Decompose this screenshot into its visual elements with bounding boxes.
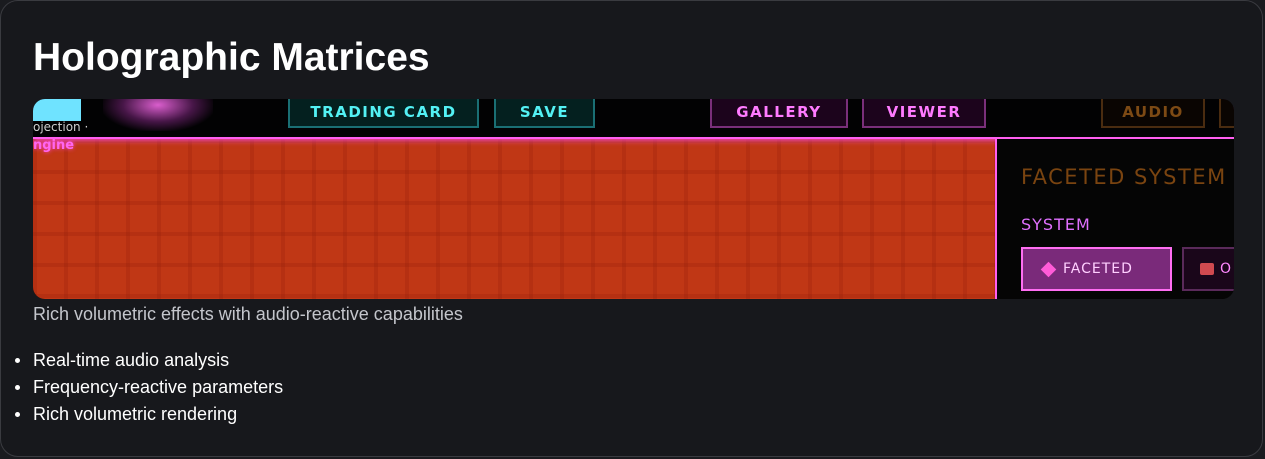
viewer-button[interactable]: VIEWER <box>862 99 986 128</box>
feature-item: Frequency-reactive parameters <box>14 374 283 401</box>
preview-toolbar: ojection · TRADING CARD SAVE GALLERY VIE… <box>33 99 1234 139</box>
visualization-canvas <box>33 139 995 299</box>
system-icon <box>1200 263 1214 275</box>
trading-card-button[interactable]: TRADING CARD <box>288 99 479 128</box>
feature-list: Real-time audio analysis Frequency-react… <box>14 347 283 428</box>
audio-button[interactable]: AUDIO <box>1101 99 1205 128</box>
preview-screenshot[interactable]: ojection · TRADING CARD SAVE GALLERY VIE… <box>33 99 1234 299</box>
panel-title: FACETED SYSTEM <box>1021 165 1227 189</box>
logo-glow-icon <box>103 99 213 131</box>
other-system-button[interactable]: O <box>1182 247 1234 291</box>
project-card: Holographic Matrices ojection · TRADING … <box>0 0 1263 457</box>
diamond-icon <box>1040 261 1057 277</box>
toolbar-extra-button[interactable] <box>1219 99 1234 128</box>
engine-label: ngine <box>33 138 75 153</box>
faceted-button-label: FACETED <box>1063 261 1133 277</box>
logo-icon <box>33 99 81 121</box>
gallery-button[interactable]: GALLERY <box>710 99 848 128</box>
other-button-label: O <box>1220 261 1233 277</box>
logo-subtitle: ojection · <box>33 120 89 134</box>
save-button[interactable]: SAVE <box>494 99 595 128</box>
feature-item: Real-time audio analysis <box>14 347 283 374</box>
faceted-system-button[interactable]: FACETED <box>1021 247 1172 291</box>
feature-item: Rich volumetric rendering <box>14 401 283 428</box>
panel-subtitle: SYSTEM <box>1021 215 1091 234</box>
card-title: Holographic Matrices <box>33 36 430 79</box>
card-description: Rich volumetric effects with audio-react… <box>33 304 463 324</box>
system-panel: FACETED SYSTEM SYSTEM FACETED O <box>995 139 1234 299</box>
